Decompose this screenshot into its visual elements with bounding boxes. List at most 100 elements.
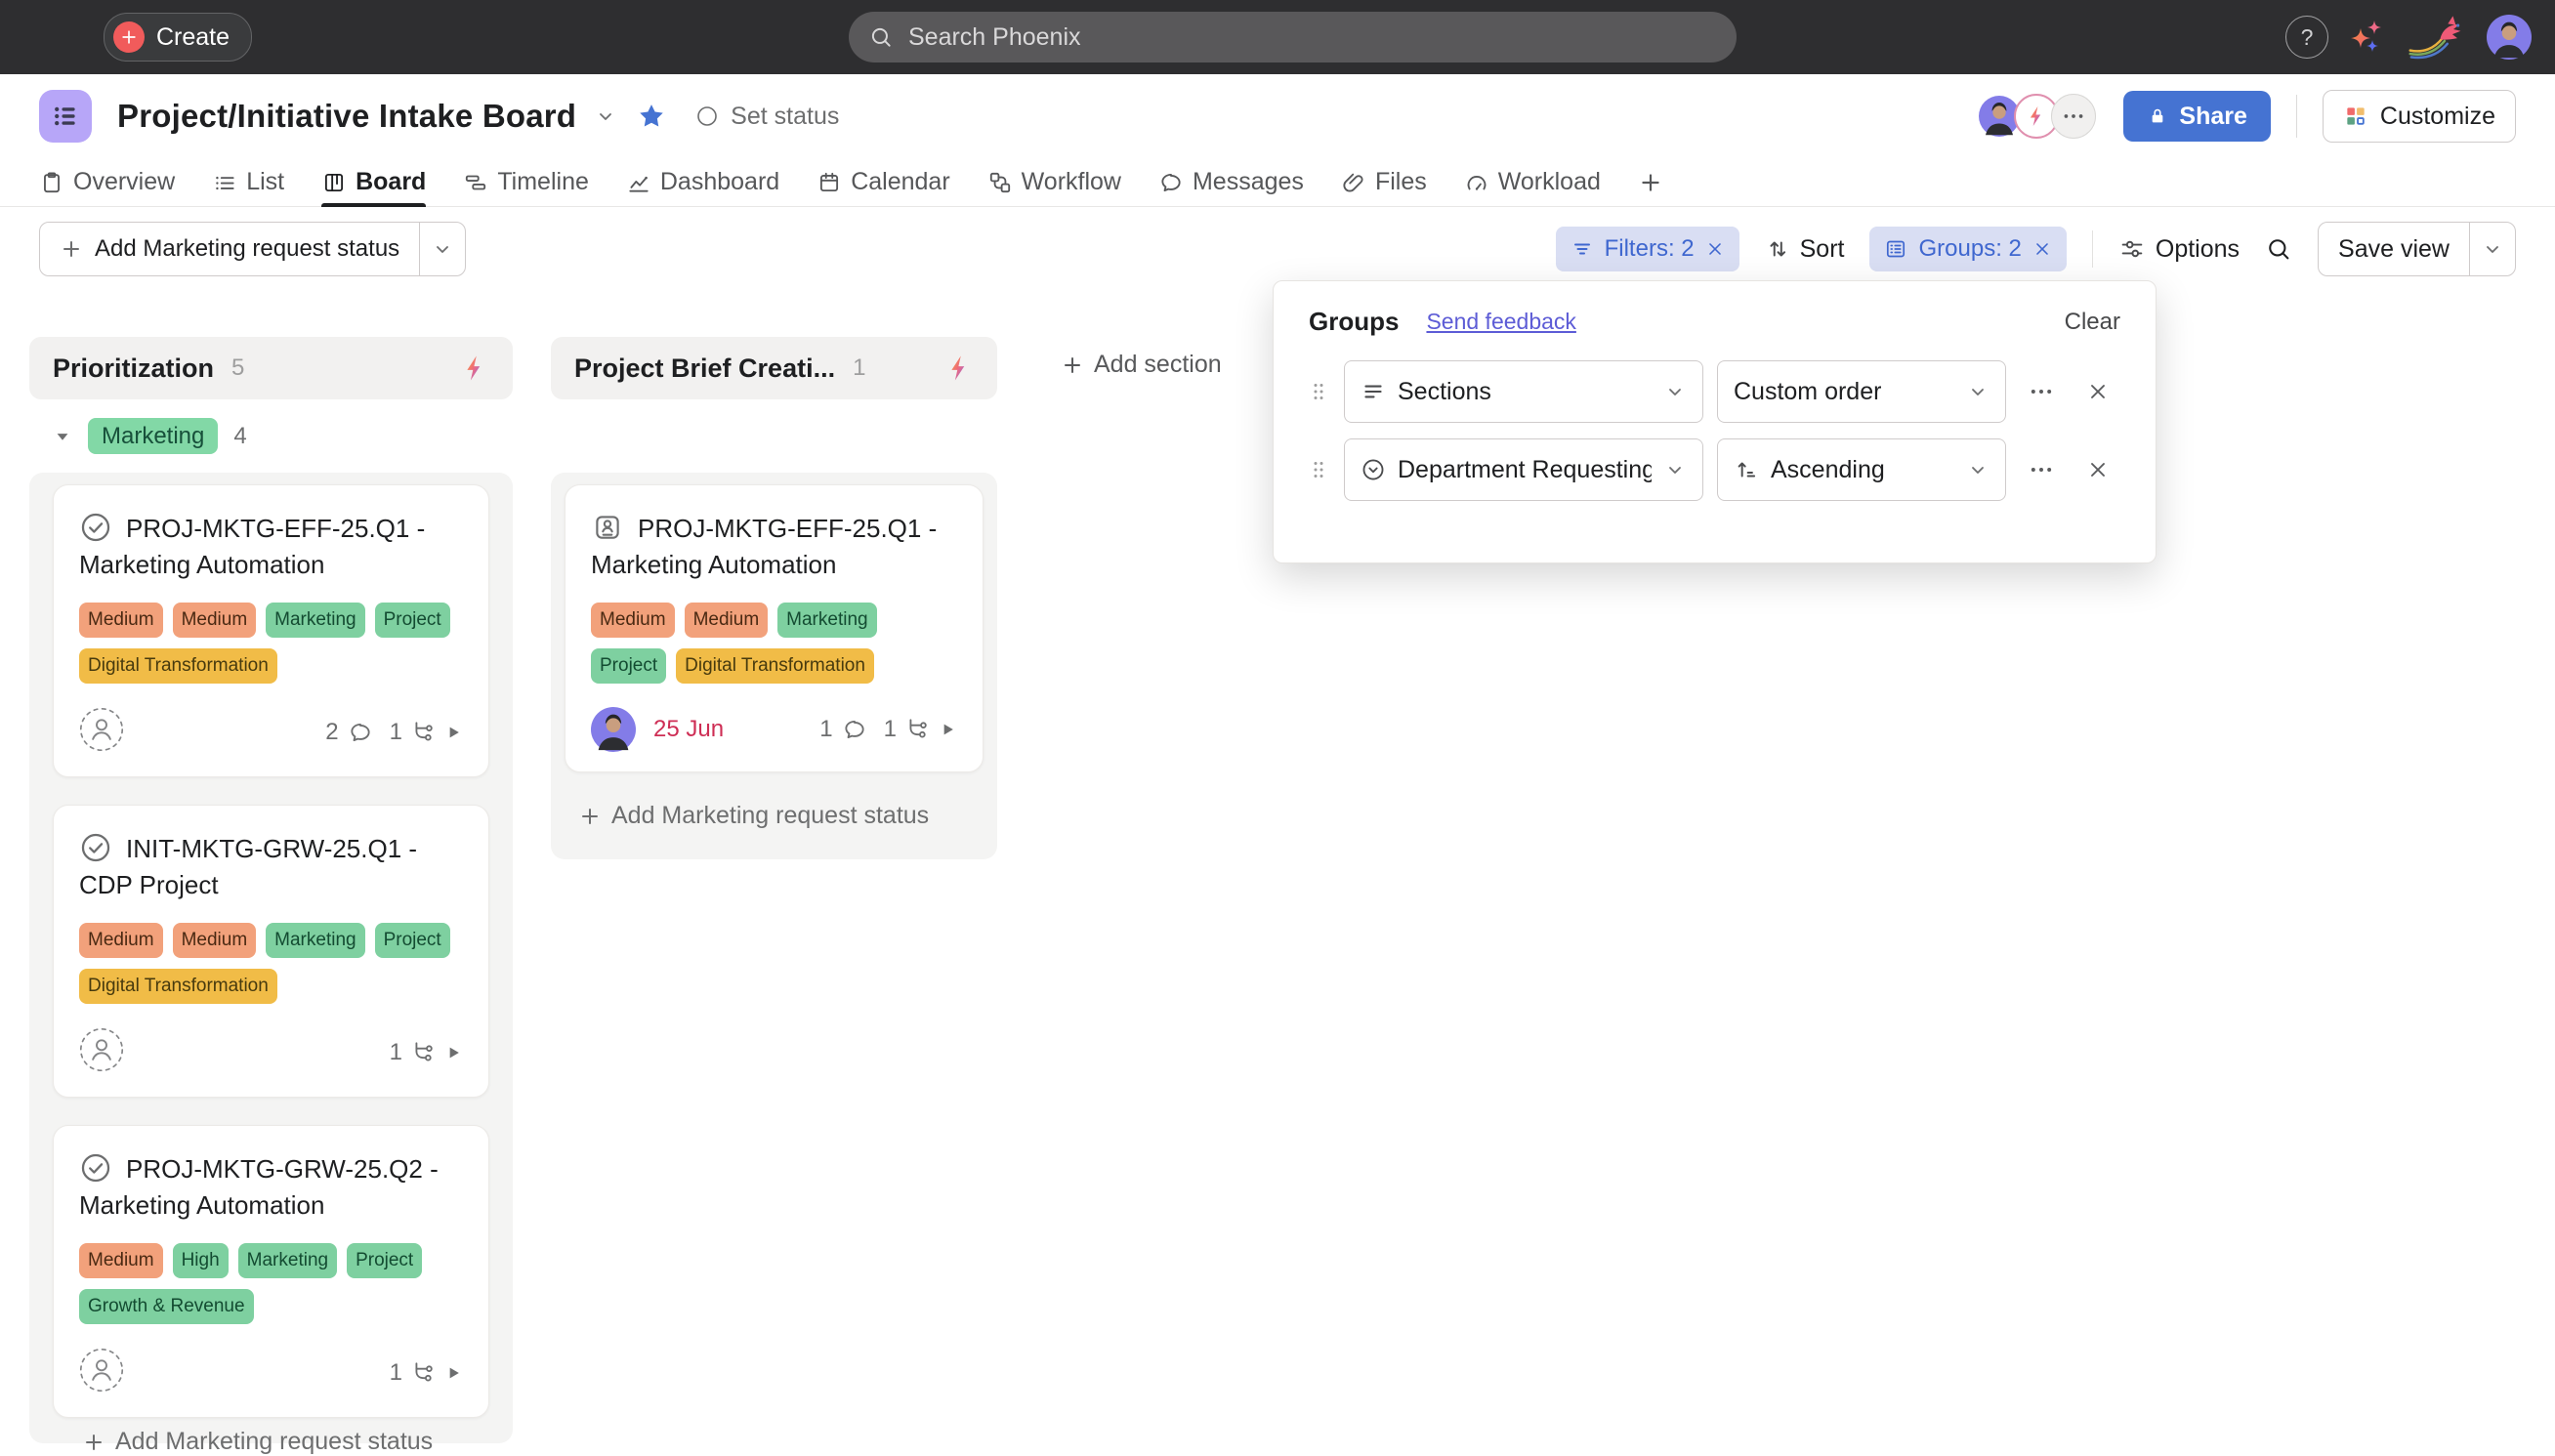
- group-row-remove-button[interactable]: [2076, 370, 2119, 413]
- tab-messages[interactable]: Messages: [1158, 158, 1304, 207]
- tab-timeline[interactable]: Timeline: [463, 158, 589, 207]
- assignee-avatar[interactable]: [591, 707, 636, 752]
- customize-button[interactable]: Customize: [2323, 90, 2516, 143]
- task-title: INIT-MKTG-GRW-25.Q1 -CDP Project: [79, 831, 463, 903]
- add-status-split-button: Add Marketing request status: [39, 222, 466, 276]
- close-icon: [2086, 458, 2110, 481]
- task-card[interactable]: PROJ-MKTG-EFF-25.Q1 - Marketing Automati…: [565, 484, 984, 772]
- save-view-button[interactable]: Save view: [2319, 223, 2469, 275]
- group-row-more-button[interactable]: [2020, 370, 2063, 413]
- approval-icon[interactable]: [591, 511, 624, 544]
- task-card[interactable]: PROJ-MKTG-GRW-25.Q2 - Marketing Automati…: [53, 1125, 489, 1418]
- group-row-more-button[interactable]: [2020, 448, 2063, 491]
- chevron-down-icon: [1663, 458, 1687, 481]
- user-avatar[interactable]: [2487, 15, 2532, 60]
- drag-handle-icon[interactable]: [1307, 458, 1330, 481]
- search-tasks-icon[interactable]: [2265, 235, 2292, 263]
- tab-files[interactable]: Files: [1341, 158, 1427, 207]
- tag: Project: [375, 603, 450, 638]
- unassigned-avatar-icon[interactable]: [79, 1027, 124, 1072]
- list-icon: [212, 170, 237, 195]
- clear-groups-button[interactable]: Clear: [2065, 309, 2120, 336]
- create-button[interactable]: Create: [104, 13, 252, 62]
- more-members-button[interactable]: [2051, 94, 2096, 139]
- search-input[interactable]: [906, 22, 1717, 53]
- column-title: Project Brief Creati...: [574, 354, 835, 384]
- page-title: Project/Initiative Intake Board: [117, 98, 576, 135]
- expand-subtasks-icon[interactable]: [938, 720, 957, 739]
- groups-pill[interactable]: Groups: 2: [1869, 227, 2066, 271]
- check-circle-icon[interactable]: [79, 1151, 112, 1185]
- tag: Marketing: [266, 603, 364, 638]
- topbar-right: ?: [2285, 0, 2532, 74]
- sort-button[interactable]: Sort: [1765, 235, 1845, 264]
- share-button[interactable]: Share: [2123, 91, 2270, 142]
- add-section-button[interactable]: Add section: [1061, 351, 1222, 379]
- hamburger-menu-icon[interactable]: [37, 21, 70, 54]
- plus-icon: [60, 237, 83, 261]
- options-button[interactable]: Options: [2118, 235, 2240, 264]
- group-field-select[interactable]: Sections: [1344, 360, 1703, 423]
- task-card[interactable]: PROJ-MKTG-EFF-25.Q1 - Marketing Automati…: [53, 484, 489, 777]
- group-field-select[interactable]: Department Requesting: [1344, 438, 1703, 501]
- ai-sparkles-icon[interactable]: [2348, 18, 2387, 57]
- group-order-select[interactable]: Custom order: [1717, 360, 2006, 423]
- help-button[interactable]: ?: [2285, 16, 2328, 59]
- add-card-button[interactable]: Add Marketing request status: [578, 802, 984, 830]
- check-circle-icon[interactable]: [79, 831, 112, 864]
- column-header[interactable]: Prioritization 5: [29, 337, 513, 399]
- group-row-remove-button[interactable]: [2076, 448, 2119, 491]
- save-view-dropdown-button[interactable]: [2470, 223, 2515, 275]
- tab-list[interactable]: List: [212, 158, 284, 207]
- card-footer: 25 Jun11: [591, 707, 957, 752]
- task-title: PROJ-MKTG-EFF-25.Q1 - Marketing Automati…: [79, 511, 463, 583]
- chevron-down-icon: [431, 237, 454, 261]
- expand-subtasks-icon[interactable]: [443, 723, 463, 742]
- timeline-icon: [463, 170, 488, 195]
- plus-icon: [82, 1431, 105, 1454]
- circle-chevron-icon: [1361, 457, 1386, 482]
- set-status-button[interactable]: Set status: [695, 103, 839, 131]
- unassigned-avatar-icon[interactable]: [79, 1348, 124, 1393]
- unassigned-avatar-icon[interactable]: [79, 707, 124, 752]
- tab-dashboard[interactable]: Dashboard: [626, 158, 779, 207]
- tag: Medium: [173, 923, 257, 958]
- global-search[interactable]: [849, 12, 1737, 62]
- group-field-value: Department Requesting: [1398, 456, 1652, 484]
- rules-bolt-icon[interactable]: [460, 354, 489, 383]
- tab-overview[interactable]: Overview: [39, 158, 175, 207]
- group-header[interactable]: Marketing 4: [53, 418, 247, 454]
- add-status-dropdown-button[interactable]: [420, 223, 465, 275]
- column-header[interactable]: Project Brief Creati... 1: [551, 337, 997, 399]
- check-circle-icon[interactable]: [79, 511, 112, 544]
- add-card-button[interactable]: Add Marketing request status: [82, 1428, 433, 1456]
- add-status-button[interactable]: Add Marketing request status: [40, 223, 419, 275]
- collapse-triangle-icon[interactable]: [53, 427, 72, 446]
- chevron-down-icon: [1663, 380, 1687, 403]
- favorite-star-icon[interactable]: [637, 102, 666, 131]
- tab-workflow[interactable]: Workflow: [987, 158, 1121, 207]
- task-card[interactable]: INIT-MKTG-GRW-25.Q1 -CDP Project MediumM…: [53, 805, 489, 1098]
- board-icon: [321, 170, 347, 195]
- add-tab-button[interactable]: [1638, 158, 1663, 207]
- expand-subtasks-icon[interactable]: [443, 1043, 463, 1062]
- remove-groups-icon[interactable]: [2032, 239, 2052, 259]
- send-feedback-link[interactable]: Send feedback: [1426, 309, 1575, 335]
- rules-bolt-icon[interactable]: [944, 354, 974, 383]
- drag-handle-icon[interactable]: [1307, 380, 1330, 403]
- tab-workload[interactable]: Workload: [1464, 158, 1601, 207]
- add-status-label: Add Marketing request status: [95, 235, 399, 263]
- subtask-count: 1: [390, 1039, 402, 1066]
- topbar: Create ?: [0, 0, 2555, 74]
- expand-subtasks-icon[interactable]: [443, 1363, 463, 1383]
- phoenix-icon[interactable]: [2407, 13, 2467, 62]
- card-footer: 1: [79, 1348, 463, 1397]
- remove-filters-icon[interactable]: [1705, 239, 1725, 259]
- tab-calendar[interactable]: Calendar: [817, 158, 949, 207]
- tag: Medium: [79, 1243, 163, 1278]
- view-toolbar: Add Marketing request status Filters: 2 …: [0, 208, 2555, 290]
- group-order-select[interactable]: Ascending: [1717, 438, 2006, 501]
- tab-board[interactable]: Board: [321, 158, 426, 207]
- filters-pill[interactable]: Filters: 2: [1556, 227, 1739, 271]
- title-chevron-down-icon[interactable]: [594, 104, 617, 128]
